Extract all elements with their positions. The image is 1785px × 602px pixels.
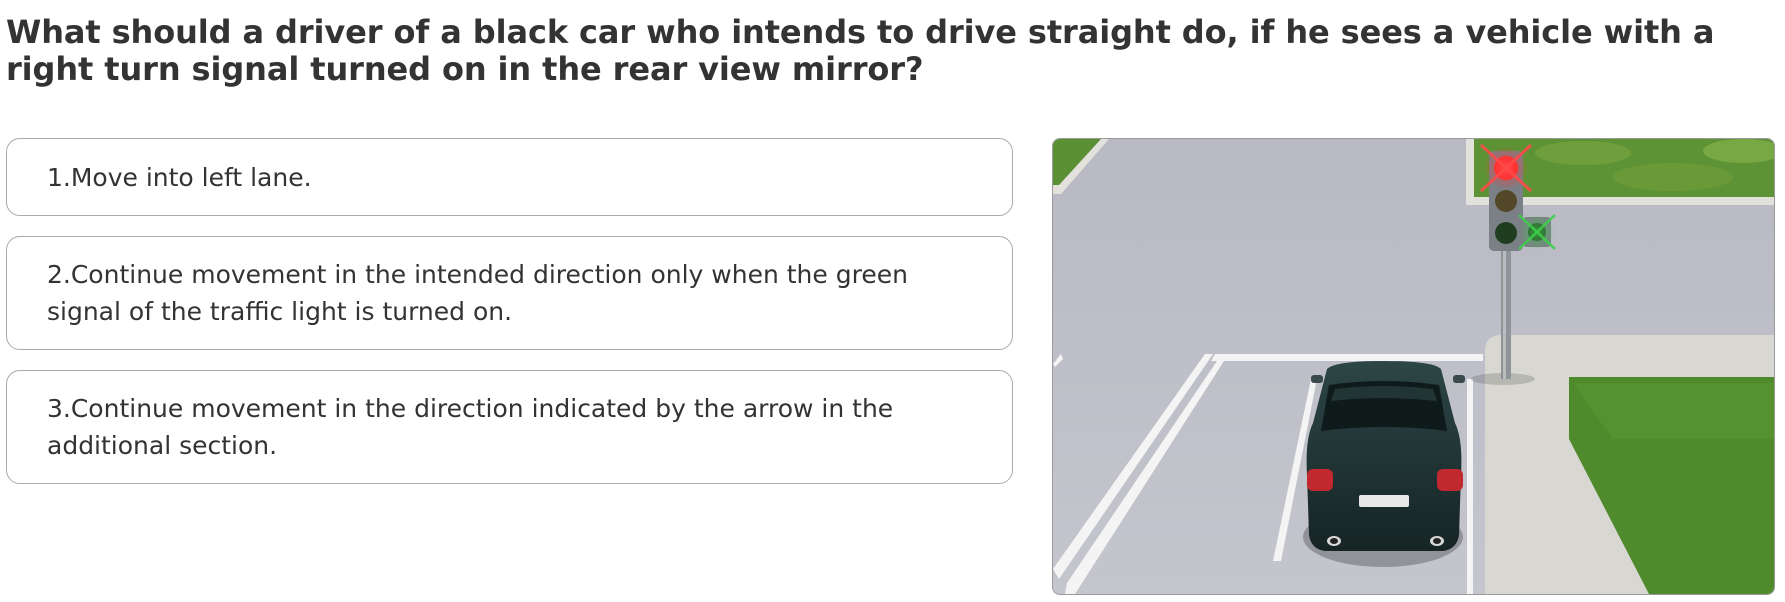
answer-option-2[interactable]: 2.Continue movement in the intended dire…: [6, 236, 1013, 350]
question-text: What should a driver of a black car who …: [6, 13, 1715, 88]
black-car: [1303, 361, 1465, 567]
car-tail-light-left: [1307, 469, 1333, 491]
answer-option-label: 2.Continue movement in the intended dire…: [47, 260, 908, 326]
traffic-light-lens-yellow: [1495, 190, 1517, 212]
answer-option-label: 3.Continue movement in the direction ind…: [47, 394, 894, 460]
traffic-light-lens-green: [1495, 222, 1517, 244]
answer-option-1[interactable]: 1.Move into left lane.: [6, 138, 1013, 216]
answer-option-label: 1.Move into left lane.: [47, 162, 312, 192]
answer-option-3[interactable]: 3.Continue movement in the direction ind…: [6, 370, 1013, 484]
car-tail-light-right: [1437, 469, 1463, 491]
sidewalk-bottom-right: [1485, 335, 1774, 594]
car-license-plate: [1359, 495, 1409, 507]
intersection-illustration: [1052, 138, 1775, 595]
answer-list: 1.Move into left lane. 2.Continue moveme…: [6, 138, 1013, 484]
